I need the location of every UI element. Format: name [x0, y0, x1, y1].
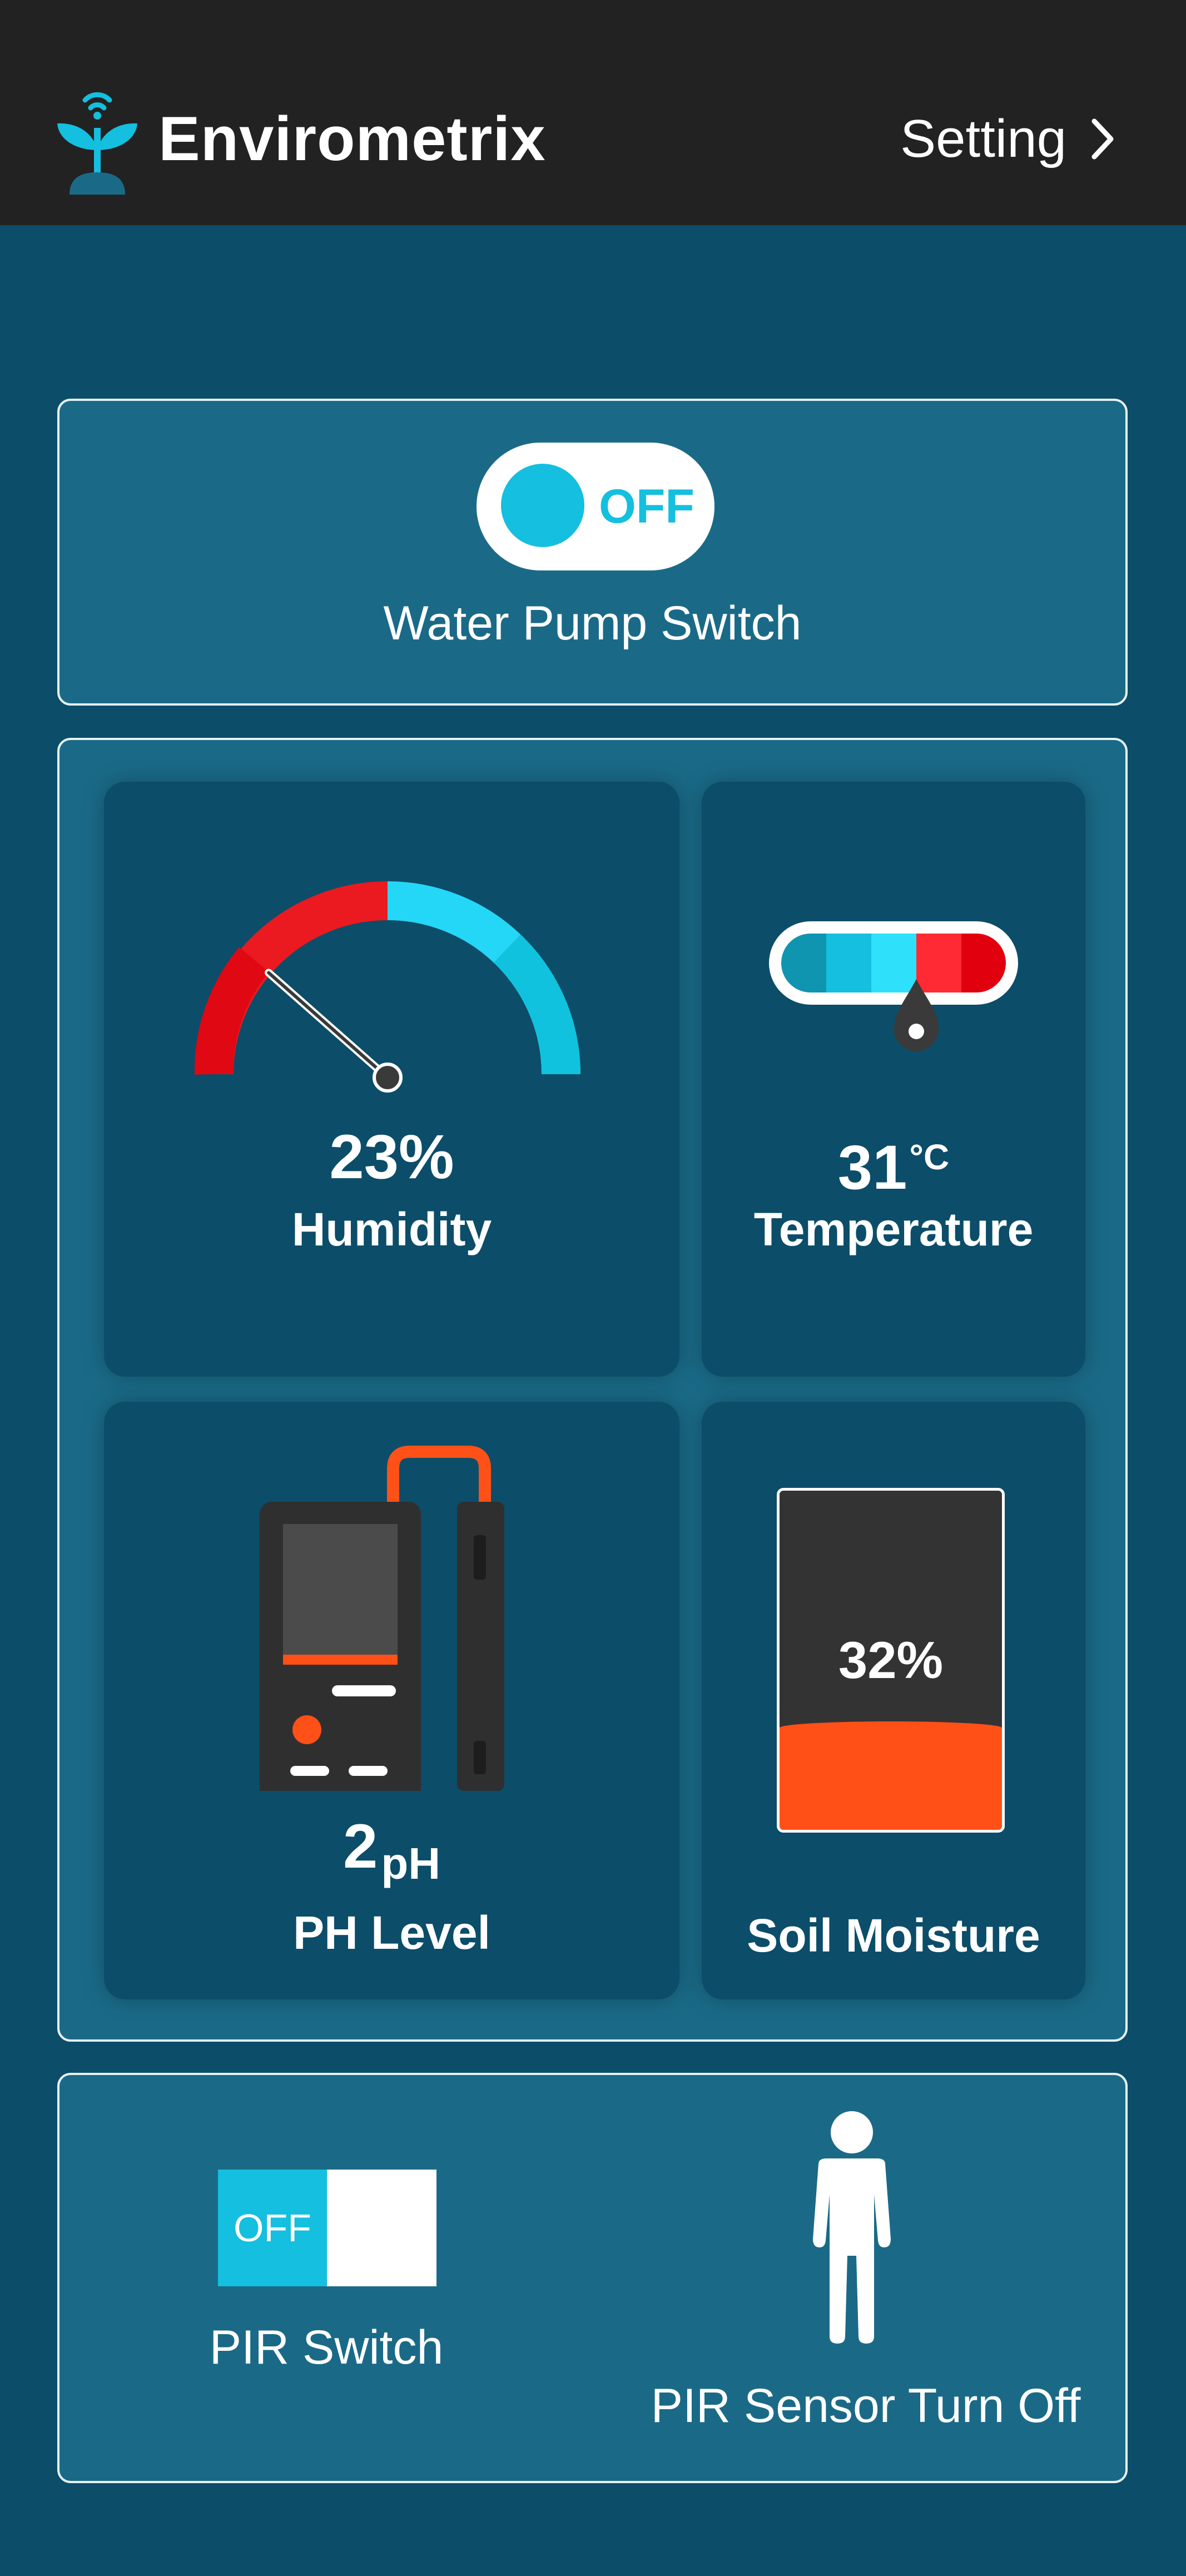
pir-status-text: PIR Sensor Turn Off: [651, 2379, 1081, 2433]
temperature-value: 31°C: [702, 1121, 1085, 1204]
water-pump-label: Water Pump Switch: [383, 597, 802, 650]
pir-card: OFF PIR Switch PIR Sensor Turn Off: [57, 2073, 1128, 2483]
soil-moisture-tile: 32% Soil Moisture: [702, 1402, 1085, 1999]
sensor-panel: 23% Humidity 31°C Temperature 2pH PH Lev…: [57, 738, 1128, 2042]
chevron-right-icon: [1091, 118, 1114, 160]
pir-toggle[interactable]: OFF: [218, 2170, 436, 2286]
person-icon: [813, 2111, 891, 2344]
temperature-label: Temperature: [753, 1203, 1034, 1255]
soil-moisture-value: 32%: [838, 1631, 944, 1689]
pir-toggle-knob: [327, 2170, 436, 2286]
humidity-tile: 23% Humidity: [104, 782, 679, 1377]
app-title: Envirometrix: [158, 104, 546, 173]
temperature-number: 31: [837, 1133, 907, 1203]
water-pump-card: OFF Water Pump Switch: [57, 399, 1128, 706]
pir-toggle-text: OFF: [218, 2170, 327, 2286]
water-pump-toggle[interactable]: OFF: [477, 443, 714, 570]
humidity-label: Humidity: [291, 1203, 492, 1255]
toggle-knob: [501, 464, 584, 547]
temperature-tile: 31°C Temperature: [702, 782, 1085, 1377]
soil-moisture-label: Soil Moisture: [747, 1909, 1040, 1962]
ph-value: 2pH: [104, 1810, 679, 1900]
soil-moisture-container: 32%: [777, 1488, 1005, 1833]
ph-unit: pH: [381, 1839, 440, 1888]
ph-label: PH Level: [293, 1907, 490, 1959]
settings-link[interactable]: Setting: [900, 100, 1116, 178]
plant-wifi-icon: [57, 92, 137, 195]
ph-tile: 2pH PH Level: [104, 1402, 679, 1999]
humidity-gauge-icon: [194, 881, 580, 1093]
settings-label: Setting: [900, 109, 1066, 168]
ph-meter-icon: [260, 1446, 504, 1791]
thermometer-icon: [769, 921, 1018, 1051]
soil-moisture-fill: [780, 1721, 1002, 1830]
app-header: Envirometrix Setting: [0, 0, 1186, 225]
water-pump-toggle-text: OFF: [599, 480, 694, 533]
temperature-unit: °C: [909, 1137, 950, 1177]
humidity-value: 23%: [329, 1122, 454, 1192]
ph-number: 2: [343, 1811, 378, 1881]
pir-switch-label: PIR Switch: [209, 2321, 444, 2374]
